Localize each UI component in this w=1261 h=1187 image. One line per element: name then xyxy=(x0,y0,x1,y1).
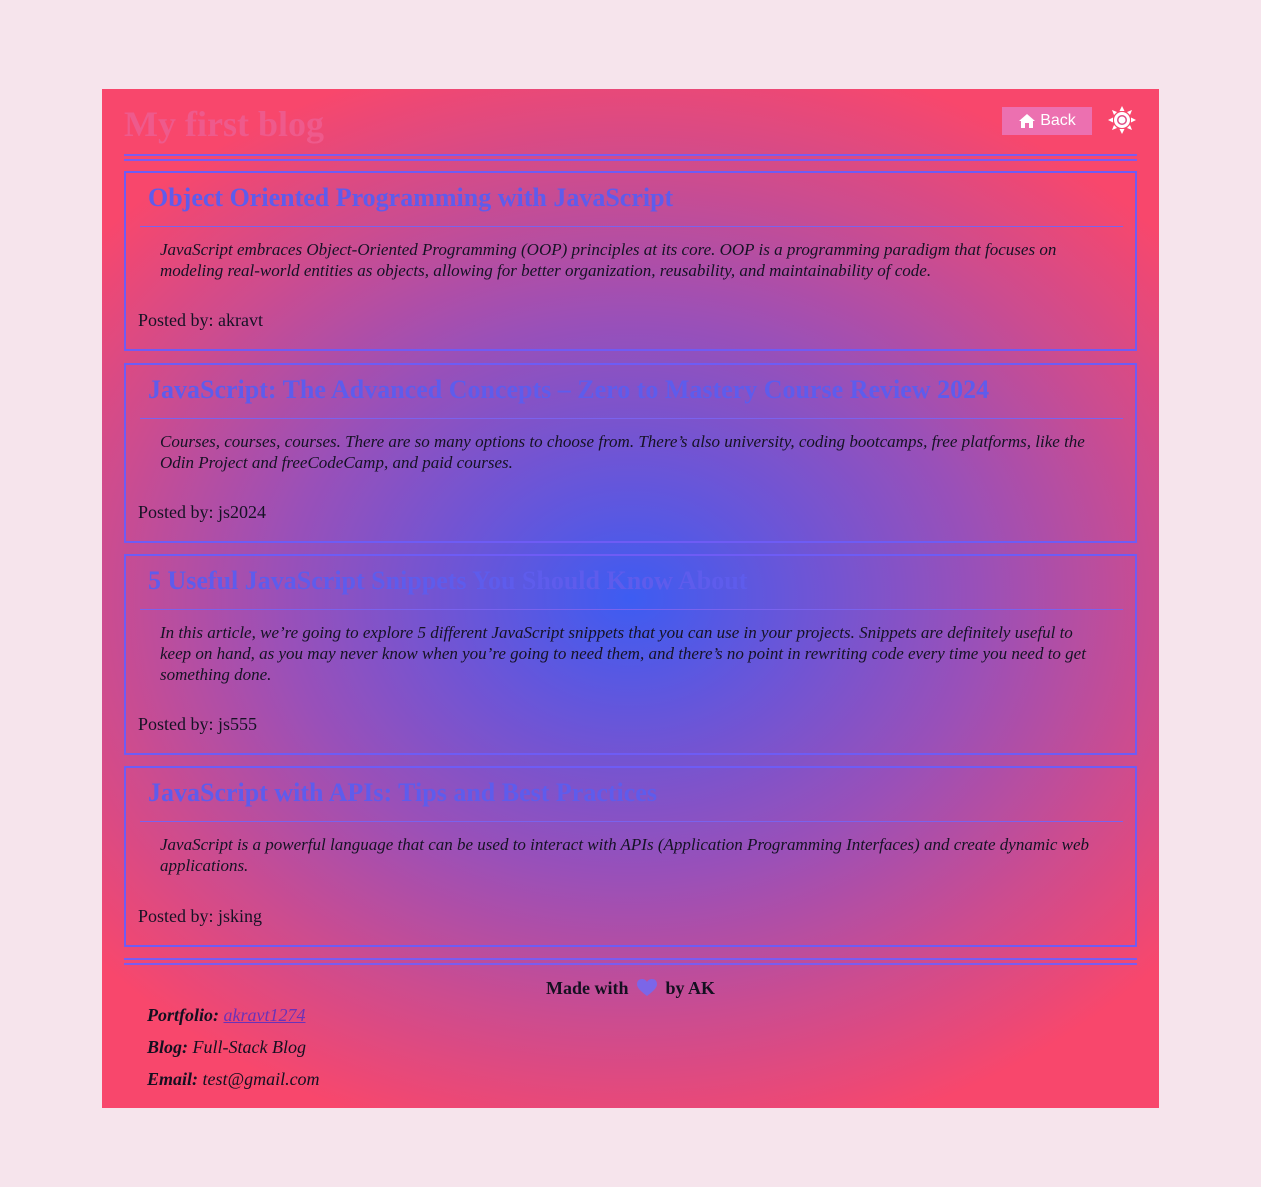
post-divider xyxy=(140,418,1123,419)
post-divider xyxy=(140,821,1123,822)
post-card: 5 Useful JavaScript Snippets You Should … xyxy=(124,554,1137,755)
email-value: test@gmail.com xyxy=(202,1069,320,1089)
email-label: Email: xyxy=(147,1069,199,1089)
header: My first blog Back xyxy=(124,97,1137,153)
post-card: JavaScript: The Advanced Concepts – Zero… xyxy=(124,363,1137,543)
back-button[interactable]: Back xyxy=(1002,107,1092,135)
blog-label: Blog: xyxy=(147,1037,189,1057)
post-author: Posted by: js2024 xyxy=(138,502,267,522)
footer-email: Email: test@gmail.com xyxy=(147,1069,320,1090)
portfolio-link[interactable]: akravt1274 xyxy=(224,1005,306,1025)
post-title[interactable]: Object Oriented Programming with JavaScr… xyxy=(148,183,673,213)
sun-icon[interactable] xyxy=(1107,105,1137,135)
post-divider xyxy=(140,609,1123,610)
post-body: In this article, we’re going to explore … xyxy=(160,623,1086,684)
footer-made-suffix: by AK xyxy=(665,978,716,998)
portfolio-label: Portfolio: xyxy=(147,1005,219,1025)
post-author: Posted by: jsking xyxy=(138,906,263,926)
post-author: Posted by: js555 xyxy=(138,714,258,734)
post-author: Posted by: akravt xyxy=(138,310,263,330)
footer-made-prefix: Made with xyxy=(545,978,629,998)
home-icon xyxy=(1019,114,1036,128)
footer-blog: Blog: Full-Stack Blog xyxy=(147,1037,306,1058)
site-title: My first blog xyxy=(124,104,324,144)
post-body: JavaScript is a powerful language that c… xyxy=(160,835,1090,875)
blog-container: My first blog Back Object Oriented Progr… xyxy=(102,89,1159,1108)
header-divider xyxy=(124,154,1137,161)
footer-portfolio: Portfolio: akravt1274 xyxy=(147,1005,305,1026)
post-card: Object Oriented Programming with JavaScr… xyxy=(124,171,1137,351)
post-title[interactable]: 5 Useful JavaScript Snippets You Should … xyxy=(148,566,747,596)
post-title[interactable]: JavaScript: The Advanced Concepts – Zero… xyxy=(148,375,989,405)
post-body: Courses, courses, courses. There are so … xyxy=(160,432,1085,472)
heart-icon xyxy=(636,979,657,996)
back-button-label: Back xyxy=(1040,112,1076,129)
blog-value: Full-Stack Blog xyxy=(192,1037,306,1057)
post-title[interactable]: JavaScript with APIs: Tips and Best Prac… xyxy=(148,778,657,808)
footer-divider xyxy=(124,958,1137,965)
post-card: JavaScript with APIs: Tips and Best Prac… xyxy=(124,766,1137,947)
footer-credit: Made with by AK xyxy=(102,978,1159,999)
post-divider xyxy=(140,226,1123,227)
post-body: JavaScript embraces Object-Oriented Prog… xyxy=(160,240,1057,280)
